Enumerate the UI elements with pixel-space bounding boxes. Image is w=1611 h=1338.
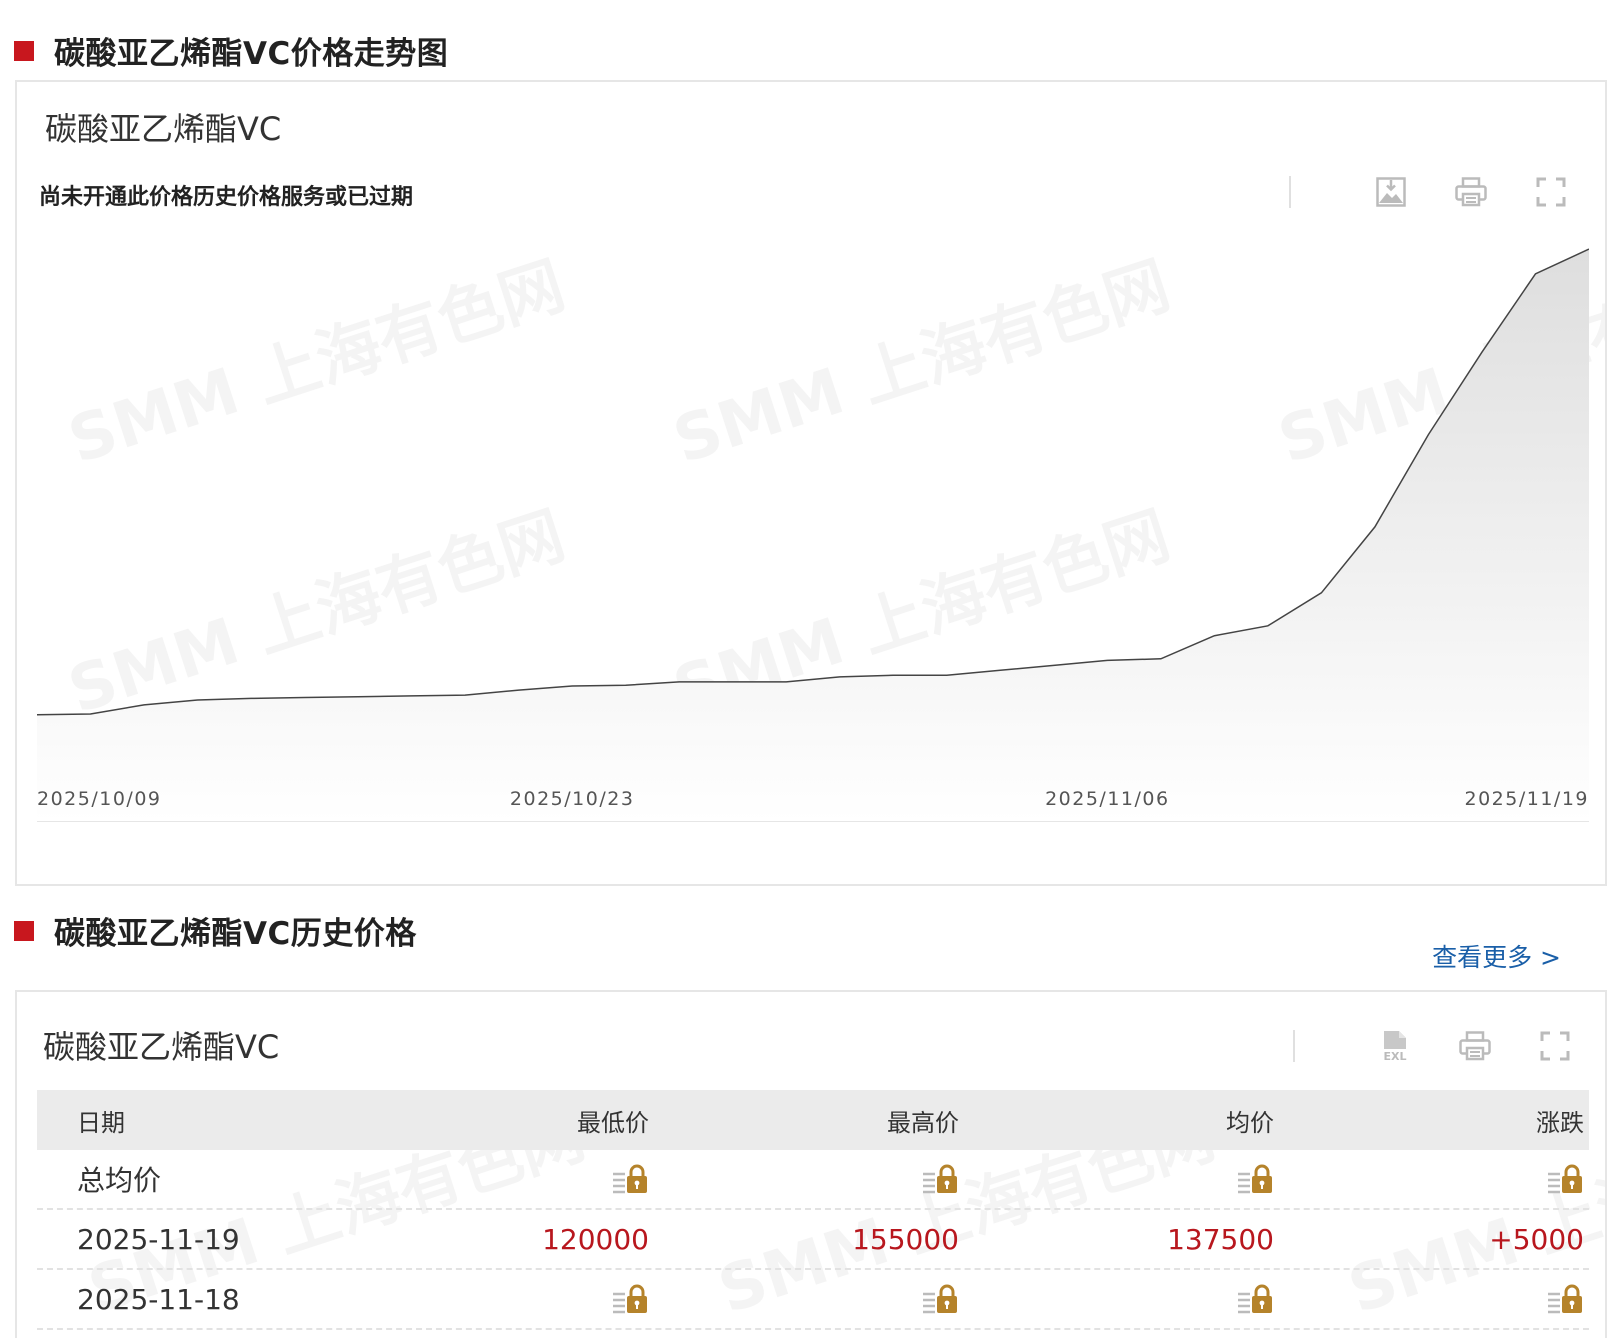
column-header-change: 涨跌 [1536,1108,1584,1137]
x-tick-label: 2025/11/19 [1464,788,1589,810]
table-toolbar: EXL [1293,1026,1575,1066]
lock-icon[interactable] [959,1284,1274,1314]
chart-section-title: 碳酸亚乙烯酯VC价格走势图 [54,36,449,72]
table-row: 2025-11-19 120000 155000 137500 +5000 [37,1210,1589,1270]
lock-icon[interactable] [1274,1164,1584,1194]
chart-toolbar [1289,172,1571,212]
table-body: 总均价 2025-11-19 120000 155000 137500 +5000 2025… [37,1150,1589,1330]
lock-icon[interactable] [1274,1284,1584,1314]
subscription-notice: 尚未开通此价格历史价格服务或已过期 [39,185,414,210]
date-cell: 2025-11-19 [77,1222,240,1256]
high-price-cell: 155000 [852,1222,959,1256]
toolbar-divider [1293,1030,1295,1062]
print-icon[interactable] [1455,1026,1495,1066]
view-more-link[interactable]: 查看更多 > [1432,938,1561,974]
section-marker [14,920,34,941]
chart-panel: 碳酸亚乙烯酯VC 尚未开通此价格历史价格服务或已过期 SMM 上海有色网 SMM… [15,80,1607,886]
excel-export-icon[interactable]: EXL [1375,1026,1415,1066]
fullscreen-icon[interactable] [1531,172,1571,212]
history-panel-title: 碳酸亚乙烯酯VC [43,1028,280,1066]
fullscreen-icon[interactable] [1535,1026,1575,1066]
x-tick-label: 2025/10/09 [37,788,162,810]
lock-icon[interactable] [649,1164,959,1194]
low-price-cell: 120000 [542,1222,649,1256]
x-tick-label: 2025/11/06 [1045,788,1170,810]
print-icon[interactable] [1451,172,1491,212]
price-change-cell: +5000 [1489,1222,1584,1256]
x-tick-label: 2025/10/23 [509,788,635,810]
column-header-avg: 均价 [1226,1108,1274,1137]
price-area [37,249,1589,822]
date-cell: 总均价 [77,1164,162,1197]
history-section-title: 碳酸亚乙烯酯VC历史价格 [54,916,417,952]
column-header-date: 日期 [77,1108,125,1137]
lock-icon[interactable] [437,1284,649,1314]
lock-icon[interactable] [959,1164,1274,1194]
svg-text:EXL: EXL [1383,1050,1406,1063]
table-header: 日期 最低价 最高价 均价 涨跌 [37,1090,1589,1150]
price-history-table: 日期 最低价 最高价 均价 涨跌 总均价 2025-11-19 120000 1550… [37,1090,1589,1330]
download-image-icon[interactable] [1371,172,1411,212]
chart-panel-title: 碳酸亚乙烯酯VC [45,110,282,148]
table-row: 总均价 [37,1150,1589,1210]
lock-icon[interactable] [437,1164,649,1194]
toolbar-divider [1289,176,1291,208]
avg-price-cell: 137500 [1167,1222,1274,1256]
column-header-low: 最低价 [577,1108,649,1137]
column-header-high: 最高价 [887,1108,959,1137]
date-cell: 2025-11-18 [77,1282,240,1316]
table-row: 2025-11-18 [37,1270,1589,1330]
chart-section-header: 碳酸亚乙烯酯VC价格走势图 [14,28,448,73]
price-trend-chart [37,248,1589,822]
history-panel: 碳酸亚乙烯酯VC EXL SMM 上海有色网 SMM 上海有色网 SMM 上海有… [15,990,1607,1338]
history-section-header: 碳酸亚乙烯酯VC历史价格 [14,908,417,953]
lock-icon[interactable] [649,1284,959,1314]
section-marker [14,40,34,61]
